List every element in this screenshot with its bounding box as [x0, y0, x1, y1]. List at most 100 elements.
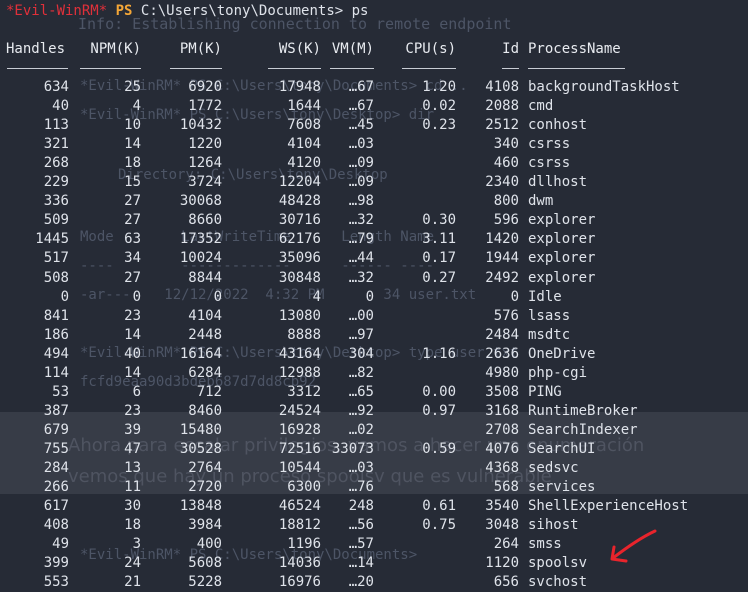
cell-pm: 6920	[188, 79, 222, 95]
cell-pm: 10024	[179, 250, 222, 266]
cell-pm: 15480	[179, 422, 222, 438]
cell-handles: 508	[43, 270, 69, 286]
cell-handles: 49	[52, 536, 69, 552]
cell-name: cmd	[528, 98, 554, 114]
header-underline-ws	[268, 68, 321, 69]
cell-name: Idle	[528, 289, 562, 305]
cell-handles: 284	[43, 460, 69, 476]
cell-npm: 6	[132, 384, 141, 400]
cell-vm: …09	[348, 174, 374, 190]
cell-npm: 47	[124, 441, 141, 457]
cell-vm: 248	[348, 498, 374, 514]
cell-handles: 186	[43, 327, 69, 343]
cell-handles: 114	[43, 365, 69, 381]
cell-vm: …97	[348, 327, 374, 343]
cell-id: 2512	[485, 117, 519, 133]
cell-pm: 2720	[188, 479, 222, 495]
cell-npm: 18	[124, 155, 141, 171]
cell-ws: 72516	[278, 441, 321, 457]
cell-name: explorer	[528, 250, 596, 266]
cell-npm: 23	[124, 308, 141, 324]
cell-npm: 18	[124, 517, 141, 533]
cell-name: explorer	[528, 212, 596, 228]
cell-handles: 399	[43, 555, 69, 571]
cell-cpu: 0.59	[422, 441, 456, 457]
cell-id: 2492	[485, 270, 519, 286]
cell-npm: 15	[124, 174, 141, 190]
header-cpu: CPU(s)	[405, 41, 456, 57]
cell-ws: 35096	[278, 250, 321, 266]
cell-cpu: 0.02	[422, 98, 456, 114]
cell-id: 3048	[485, 517, 519, 533]
cell-handles: 517	[43, 250, 69, 266]
cell-pm: 8844	[188, 270, 222, 286]
cell-handles: 336	[43, 193, 69, 209]
cell-npm: 10	[124, 117, 141, 133]
cell-pm: 30528	[179, 441, 222, 457]
cell-npm: 0	[132, 289, 141, 305]
cell-npm: 30	[124, 498, 141, 514]
cell-vm: …03	[348, 460, 374, 476]
cell-pm: 10432	[179, 117, 222, 133]
cell-ws: 48428	[278, 193, 321, 209]
cell-npm: 14	[124, 136, 141, 152]
cell-id: 596	[493, 212, 519, 228]
cell-pm: 1772	[188, 98, 222, 114]
cell-name: dllhost	[528, 174, 588, 190]
cell-id: 264	[493, 536, 519, 552]
cell-name: SearchUI	[528, 441, 596, 457]
cell-cpu: 0.00	[422, 384, 456, 400]
cell-name: csrss	[528, 155, 571, 171]
cell-id: 3508	[485, 384, 519, 400]
cell-vm: …32	[348, 212, 374, 228]
cell-id: 656	[493, 574, 519, 590]
cell-ws: 62176	[278, 231, 321, 247]
prompt-ps: PS	[115, 3, 133, 19]
cell-name: csrss	[528, 136, 571, 152]
cell-vm: …03	[348, 136, 374, 152]
cell-vm: …67	[348, 98, 374, 114]
prompt-path: C:\Users\tony\Documents>	[140, 3, 344, 19]
header-underline-handles	[7, 68, 68, 69]
cell-npm: 25	[124, 79, 141, 95]
cell-ws: 10544	[278, 460, 321, 476]
cell-ws: 16976	[278, 574, 321, 590]
cell-name: OneDrive	[528, 346, 596, 362]
cell-npm: 21	[124, 574, 141, 590]
cell-id: 2340	[485, 174, 519, 190]
cell-ws: 8888	[287, 327, 321, 343]
cell-vm: …02	[348, 422, 374, 438]
header-ws: WS(K)	[278, 41, 321, 57]
cell-ws: 3312	[287, 384, 321, 400]
cell-ws: 13080	[278, 308, 321, 324]
cell-npm: 4	[132, 98, 141, 114]
cell-handles: 679	[43, 422, 69, 438]
cell-name: sedsvc	[528, 460, 579, 476]
cell-vm: …45	[348, 117, 374, 133]
cell-ws: 46524	[278, 498, 321, 514]
cell-pm: 2448	[188, 327, 222, 343]
header-name: ProcessName	[528, 41, 621, 57]
cell-id: 2484	[485, 327, 519, 343]
cell-ws: 24524	[278, 403, 321, 419]
cell-npm: 40	[124, 346, 141, 362]
cell-vm: 0	[365, 289, 374, 305]
cell-npm: 24	[124, 555, 141, 571]
cell-ws: 18812	[278, 517, 321, 533]
cell-name: backgroundTaskHost	[528, 79, 680, 95]
cell-id: 3168	[485, 403, 519, 419]
cell-id: 1120	[485, 555, 519, 571]
cell-npm: 27	[124, 270, 141, 286]
cell-cpu: 0.23	[422, 117, 456, 133]
cell-handles: 841	[43, 308, 69, 324]
cell-handles: 266	[43, 479, 69, 495]
cell-id: 3540	[485, 498, 519, 514]
header-pm: PM(K)	[179, 41, 222, 57]
cell-pm: 0	[213, 289, 222, 305]
cell-vm: …67	[348, 79, 374, 95]
cell-name: smss	[528, 536, 562, 552]
cell-pm: 712	[196, 384, 222, 400]
cell-id: 2636	[485, 346, 519, 362]
cell-name: lsass	[528, 308, 571, 324]
cell-ws: 30716	[278, 212, 321, 228]
